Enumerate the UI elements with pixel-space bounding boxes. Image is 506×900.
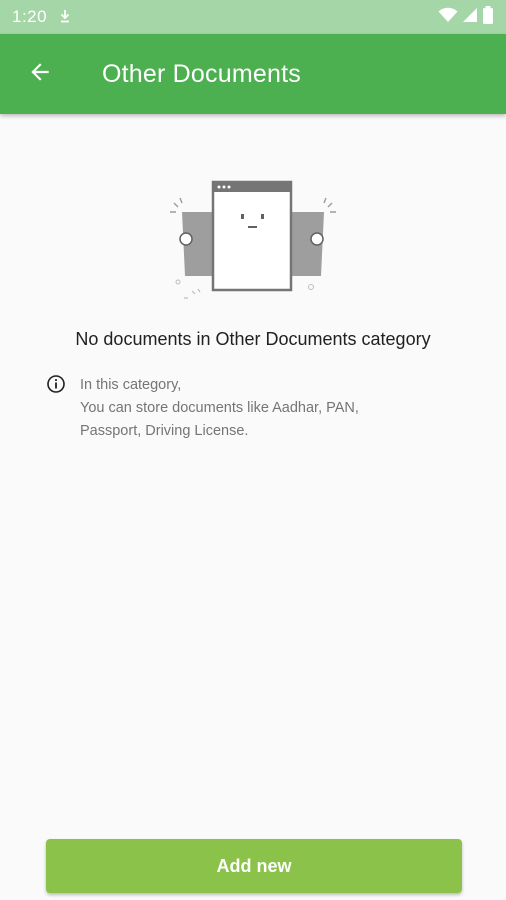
empty-state-title: No documents in Other Documents category [75,329,431,349]
battery-icon [482,5,494,29]
info-icon [46,374,66,394]
empty-documents-illustration [164,176,342,306]
status-bar: 1:20 [0,0,506,34]
info-note: In this category, You can store document… [46,374,466,443]
info-line: Passport, Driving License. [80,423,249,439]
info-line: You can store documents like Aadhar, PAN… [80,400,359,416]
wifi-icon [438,7,458,28]
status-icons [438,5,494,29]
back-button[interactable] [12,46,68,102]
download-icon [59,9,71,26]
signal-icon [462,7,478,28]
info-line: In this category, [80,377,182,393]
arrow-back-icon [27,59,53,90]
page-title: Other Documents [102,59,301,88]
add-new-button[interactable]: Add new [46,839,462,893]
info-text: In this category, You can store document… [80,374,359,443]
app-bar: Other Documents [0,34,506,114]
status-time: 1:20 [12,7,48,26]
